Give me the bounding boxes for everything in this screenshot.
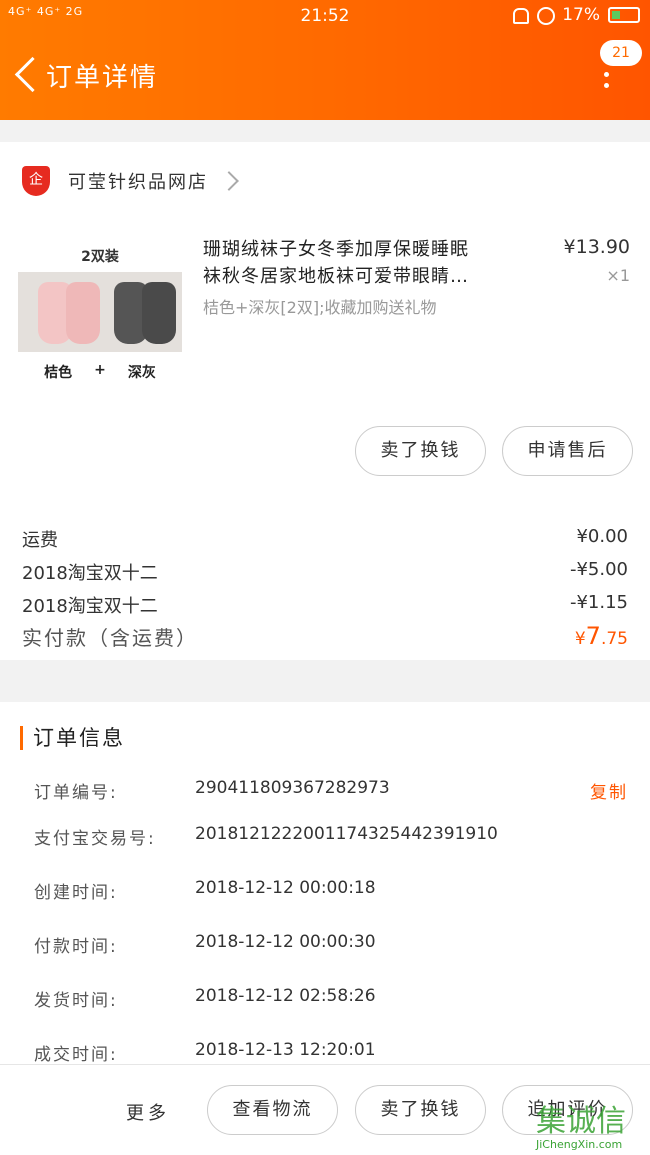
product-thumbnail[interactable]: 2双装 桔色 + 深灰 bbox=[18, 238, 182, 388]
watermark-logo: 集诚信 JiChengXin.com bbox=[536, 1104, 626, 1151]
view-logistics-button[interactable]: 查看物流 bbox=[207, 1085, 338, 1135]
product-spec: 桔色+深灰[2双];收藏加购送礼物 bbox=[203, 298, 437, 317]
message-badge[interactable]: 21 bbox=[600, 40, 642, 66]
thumb-color-right: 深灰 bbox=[127, 365, 156, 381]
thumb-caption-bottom: 桔色 + 深灰 bbox=[18, 362, 182, 382]
discount-row: 2018淘宝双十二 -¥1.15 bbox=[22, 592, 628, 617]
product-price: ¥13.90 bbox=[563, 236, 630, 258]
status-icons: 17% bbox=[510, 5, 640, 25]
copy-button[interactable]: 复制 bbox=[590, 778, 628, 803]
total-row: 实付款（含运费） ¥7.75 bbox=[22, 622, 628, 651]
total-amount: ¥7.75 bbox=[574, 622, 628, 650]
enterprise-shop-icon: 企 bbox=[22, 166, 50, 196]
page-title: 订单详情 bbox=[46, 63, 159, 93]
discount-row: 2018淘宝双十二 -¥5.00 bbox=[22, 559, 628, 584]
socks-image bbox=[18, 272, 182, 352]
store-link[interactable]: 企 可莹针织品网店 bbox=[22, 166, 239, 196]
product-quantity: ×1 bbox=[606, 266, 630, 285]
after-sale-button[interactable]: 申请售后 bbox=[502, 426, 633, 476]
sell-item-button[interactable]: 卖了换钱 bbox=[355, 426, 486, 476]
order-info-heading: 订单信息 bbox=[20, 726, 125, 750]
thumb-caption-top: 2双装 bbox=[81, 249, 119, 265]
battery-icon bbox=[608, 7, 640, 23]
sell-button[interactable]: 卖了换钱 bbox=[355, 1085, 486, 1135]
store-name: 可莹针织品网店 bbox=[68, 172, 208, 193]
chevron-right-icon bbox=[219, 171, 239, 191]
order-item-card: 企 可莹针织品网店 2双装 桔色 + 深灰 珊瑚绒袜子女冬季加厚保暖睡眠 袜秋冬… bbox=[0, 142, 650, 660]
more-button[interactable]: 更多 bbox=[126, 1099, 170, 1125]
total-label: 实付款（含运费） bbox=[22, 626, 198, 650]
product-title[interactable]: 珊瑚绒袜子女冬季加厚保暖睡眠 袜秋冬居家地板袜可爱带眼睛… bbox=[203, 236, 538, 290]
order-info-card: 订单信息 订单编号: 290411809367282973 复制 支付宝交易号:… bbox=[0, 702, 650, 1065]
battery-percent: 17% bbox=[562, 5, 600, 25]
bell-muted-icon bbox=[510, 6, 530, 24]
fee-row: 运费 ¥0.00 bbox=[22, 526, 628, 551]
thumb-plus: + bbox=[94, 362, 106, 378]
app-header: 4G⁺ 4G⁺ 2G 21:52 17% 订单详情 21 bbox=[0, 0, 650, 120]
alarm-icon bbox=[536, 6, 556, 25]
thumb-color-left: 桔色 bbox=[44, 365, 73, 381]
more-menu-icon[interactable] bbox=[604, 72, 610, 92]
back-icon[interactable] bbox=[10, 54, 44, 94]
status-bar: 4G⁺ 4G⁺ 2G 21:52 17% bbox=[0, 0, 650, 34]
